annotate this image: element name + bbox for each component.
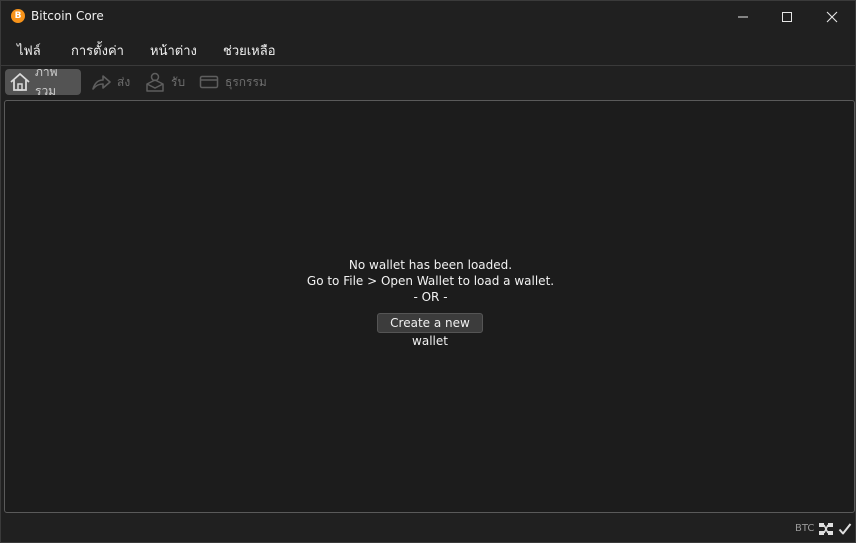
home-icon	[9, 70, 31, 94]
tab-send[interactable]: ส่ง	[85, 69, 136, 95]
menu-settings[interactable]: การตั้งค่า	[71, 40, 124, 61]
toolbar: ภาพรวม ส่ง รับ ธุรกรรม	[1, 65, 855, 99]
create-wallet-button[interactable]: Create a new wallet	[377, 313, 483, 348]
menu-help[interactable]: ช่วยเหลือ	[223, 40, 276, 61]
minimize-icon	[738, 16, 748, 18]
tab-transactions[interactable]: ธุรกรรม	[193, 69, 273, 95]
send-arrow-icon	[89, 70, 113, 94]
title-bar: B Bitcoin Core	[1, 1, 855, 33]
tab-transactions-label: ธุรกรรม	[225, 74, 267, 89]
window-title: Bitcoin Core	[31, 9, 104, 23]
status-bar: BTC	[1, 514, 855, 542]
tab-overview-label: ภาพรวม	[35, 65, 58, 98]
close-icon	[826, 11, 838, 23]
tab-receive[interactable]: รับ	[139, 69, 191, 95]
or-separator: - OR -	[413, 290, 448, 304]
checkmark-icon[interactable]	[838, 521, 852, 540]
tab-receive-label: รับ	[171, 74, 186, 89]
menu-bar: ไฟล์ การตั้งค่า หน้าต่าง ช่วยเหลือ	[1, 33, 855, 65]
no-wallet-panel: No wallet has been loaded. Go to File > …	[4, 100, 855, 513]
no-wallet-message: No wallet has been loaded.	[348, 258, 513, 272]
tab-overview[interactable]: ภาพรวม	[5, 65, 81, 98]
network-icon[interactable]	[818, 521, 834, 540]
menu-window[interactable]: หน้าต่าง	[150, 40, 197, 61]
receive-icon	[143, 70, 167, 94]
app-window: B Bitcoin Core ไฟล์ การตั้งค่า หน้าต่าง …	[0, 0, 856, 543]
unit-selector[interactable]: BTC	[795, 523, 814, 534]
transactions-icon	[197, 70, 221, 94]
close-button[interactable]	[809, 1, 855, 33]
tab-send-label: ส่ง	[117, 74, 131, 89]
minimize-button[interactable]	[720, 1, 766, 33]
bitcoin-logo-icon: B	[11, 9, 25, 23]
open-wallet-hint: Go to File > Open Wallet to load a walle…	[306, 274, 555, 288]
maximize-button[interactable]	[764, 1, 810, 33]
maximize-icon	[782, 12, 792, 22]
menu-file[interactable]: ไฟล์	[17, 40, 41, 61]
